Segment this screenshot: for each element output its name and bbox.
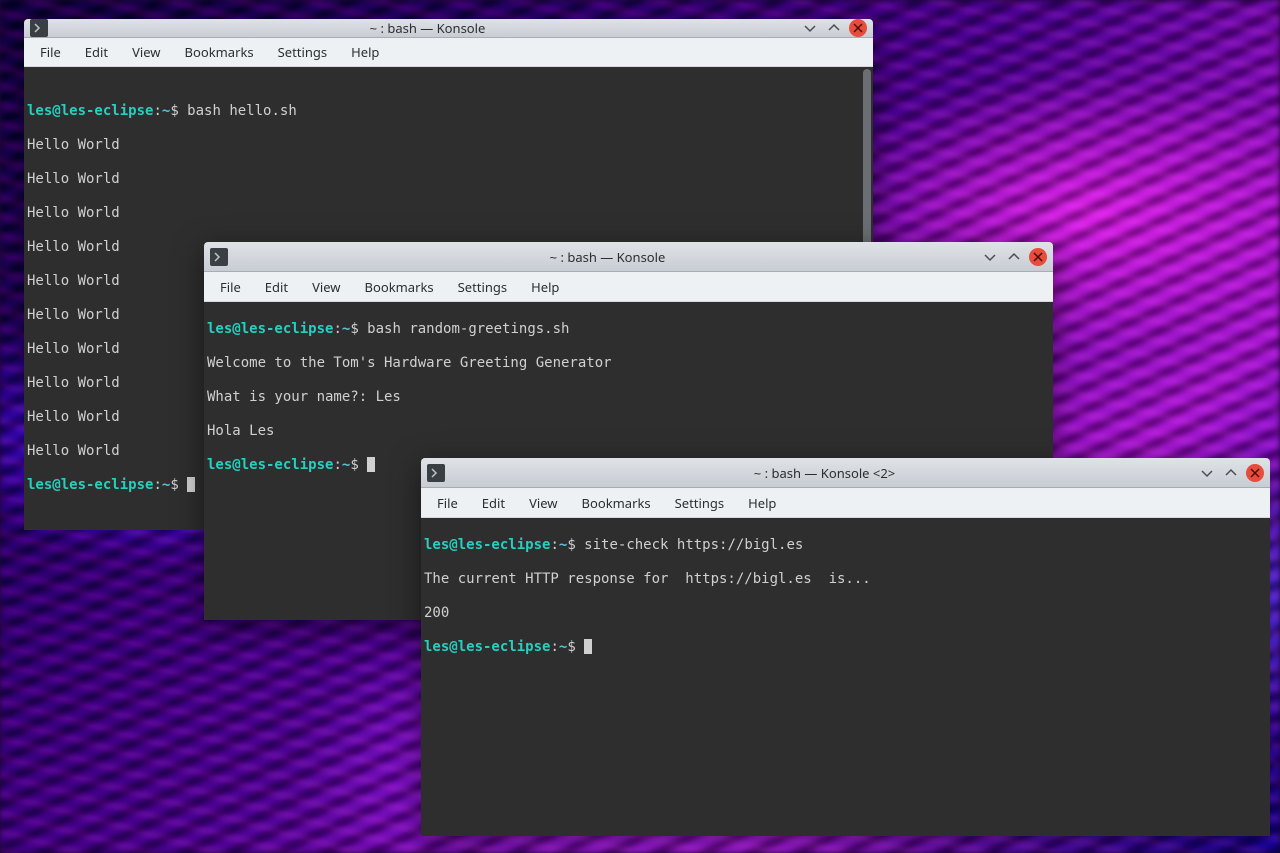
scrollbar[interactable] bbox=[863, 69, 871, 269]
prompt-dollar: $ bbox=[567, 639, 575, 655]
window-controls bbox=[981, 248, 1047, 266]
menu-bookmarks[interactable]: Bookmarks bbox=[570, 489, 663, 517]
window-controls bbox=[801, 19, 867, 37]
menu-help[interactable]: Help bbox=[736, 489, 788, 517]
window-title: ~ : bash — Konsole <2> bbox=[451, 464, 1198, 482]
prompt-colon: : bbox=[333, 321, 341, 337]
prompt-user: les@les-eclipse bbox=[27, 477, 153, 493]
menubar: File Edit View Bookmarks Settings Help bbox=[24, 38, 873, 67]
menu-file[interactable]: File bbox=[28, 38, 73, 66]
window-title: ~ : bash — Konsole bbox=[234, 248, 981, 266]
prompt-dollar: $ bbox=[350, 321, 358, 337]
menu-settings[interactable]: Settings bbox=[663, 489, 736, 517]
minimize-button[interactable] bbox=[801, 19, 819, 37]
prompt-colon: : bbox=[153, 477, 161, 493]
prompt-user: les@les-eclipse bbox=[424, 537, 550, 553]
prompt-colon: : bbox=[333, 457, 341, 473]
prompt-user: les@les-eclipse bbox=[207, 457, 333, 473]
cursor bbox=[367, 457, 375, 472]
terminal-area[interactable]: les@les-eclipse:~$ site-check https://bi… bbox=[421, 518, 1270, 836]
output-line: Hello World bbox=[27, 171, 870, 188]
menu-view[interactable]: View bbox=[120, 38, 172, 66]
output-line: Hello World bbox=[27, 137, 870, 154]
menu-view[interactable]: View bbox=[517, 489, 569, 517]
maximize-button[interactable] bbox=[1222, 464, 1240, 482]
minimize-button[interactable] bbox=[981, 248, 999, 266]
menu-settings[interactable]: Settings bbox=[266, 38, 339, 66]
titlebar[interactable]: ~ : bash — Konsole <2> bbox=[421, 458, 1270, 488]
maximize-button[interactable] bbox=[1005, 248, 1023, 266]
minimize-button[interactable] bbox=[1198, 464, 1216, 482]
menubar: File Edit View Bookmarks Settings Help bbox=[421, 488, 1270, 518]
close-button[interactable] bbox=[1029, 248, 1047, 266]
menu-view[interactable]: View bbox=[300, 273, 352, 301]
prompt-dollar: $ bbox=[170, 477, 178, 493]
konsole-icon bbox=[427, 464, 445, 482]
output-line: Welcome to the Tom's Hardware Greeting G… bbox=[207, 355, 1050, 372]
output-line: What is your name?: Les bbox=[207, 389, 1050, 406]
output-line: Hello World bbox=[27, 205, 870, 222]
prompt-user: les@les-eclipse bbox=[207, 321, 333, 337]
prompt-colon: : bbox=[550, 537, 558, 553]
window-controls bbox=[1198, 464, 1264, 482]
menu-edit[interactable]: Edit bbox=[73, 38, 120, 66]
close-button[interactable] bbox=[849, 19, 867, 37]
menu-bookmarks[interactable]: Bookmarks bbox=[353, 273, 446, 301]
menu-help[interactable]: Help bbox=[519, 273, 571, 301]
menu-edit[interactable]: Edit bbox=[253, 273, 300, 301]
cursor bbox=[584, 639, 592, 654]
command-text: bash hello.sh bbox=[179, 103, 297, 119]
window-title: ~ : bash — Konsole bbox=[54, 19, 801, 37]
menubar: File Edit View Bookmarks Settings Help bbox=[204, 272, 1053, 302]
menu-edit[interactable]: Edit bbox=[470, 489, 517, 517]
prompt-dollar: $ bbox=[567, 537, 575, 553]
prompt-user: les@les-eclipse bbox=[27, 103, 153, 119]
output-line: 200 bbox=[424, 605, 1267, 622]
prompt-dollar: $ bbox=[170, 103, 178, 119]
maximize-button[interactable] bbox=[825, 19, 843, 37]
close-button[interactable] bbox=[1246, 464, 1264, 482]
prompt-dollar: $ bbox=[350, 457, 358, 473]
command-text: site-check https://bigl.es bbox=[576, 537, 804, 553]
menu-settings[interactable]: Settings bbox=[446, 273, 519, 301]
prompt-colon: : bbox=[550, 639, 558, 655]
output-line: Hola Les bbox=[207, 423, 1050, 440]
titlebar[interactable]: ~ : bash — Konsole bbox=[204, 242, 1053, 272]
konsole-icon bbox=[30, 19, 48, 37]
output-line: The current HTTP response for https://bi… bbox=[424, 571, 1267, 588]
prompt-user: les@les-eclipse bbox=[424, 639, 550, 655]
menu-file[interactable]: File bbox=[425, 489, 470, 517]
menu-bookmarks[interactable]: Bookmarks bbox=[173, 38, 266, 66]
prompt-colon: : bbox=[153, 103, 161, 119]
titlebar[interactable]: ~ : bash — Konsole bbox=[24, 19, 873, 38]
menu-help[interactable]: Help bbox=[339, 38, 391, 66]
cursor bbox=[187, 477, 195, 492]
menu-file[interactable]: File bbox=[208, 273, 253, 301]
konsole-window-3: ~ : bash — Konsole <2> File Edit View Bo… bbox=[421, 458, 1270, 836]
command-text: bash random-greetings.sh bbox=[359, 321, 570, 337]
konsole-icon bbox=[210, 248, 228, 266]
